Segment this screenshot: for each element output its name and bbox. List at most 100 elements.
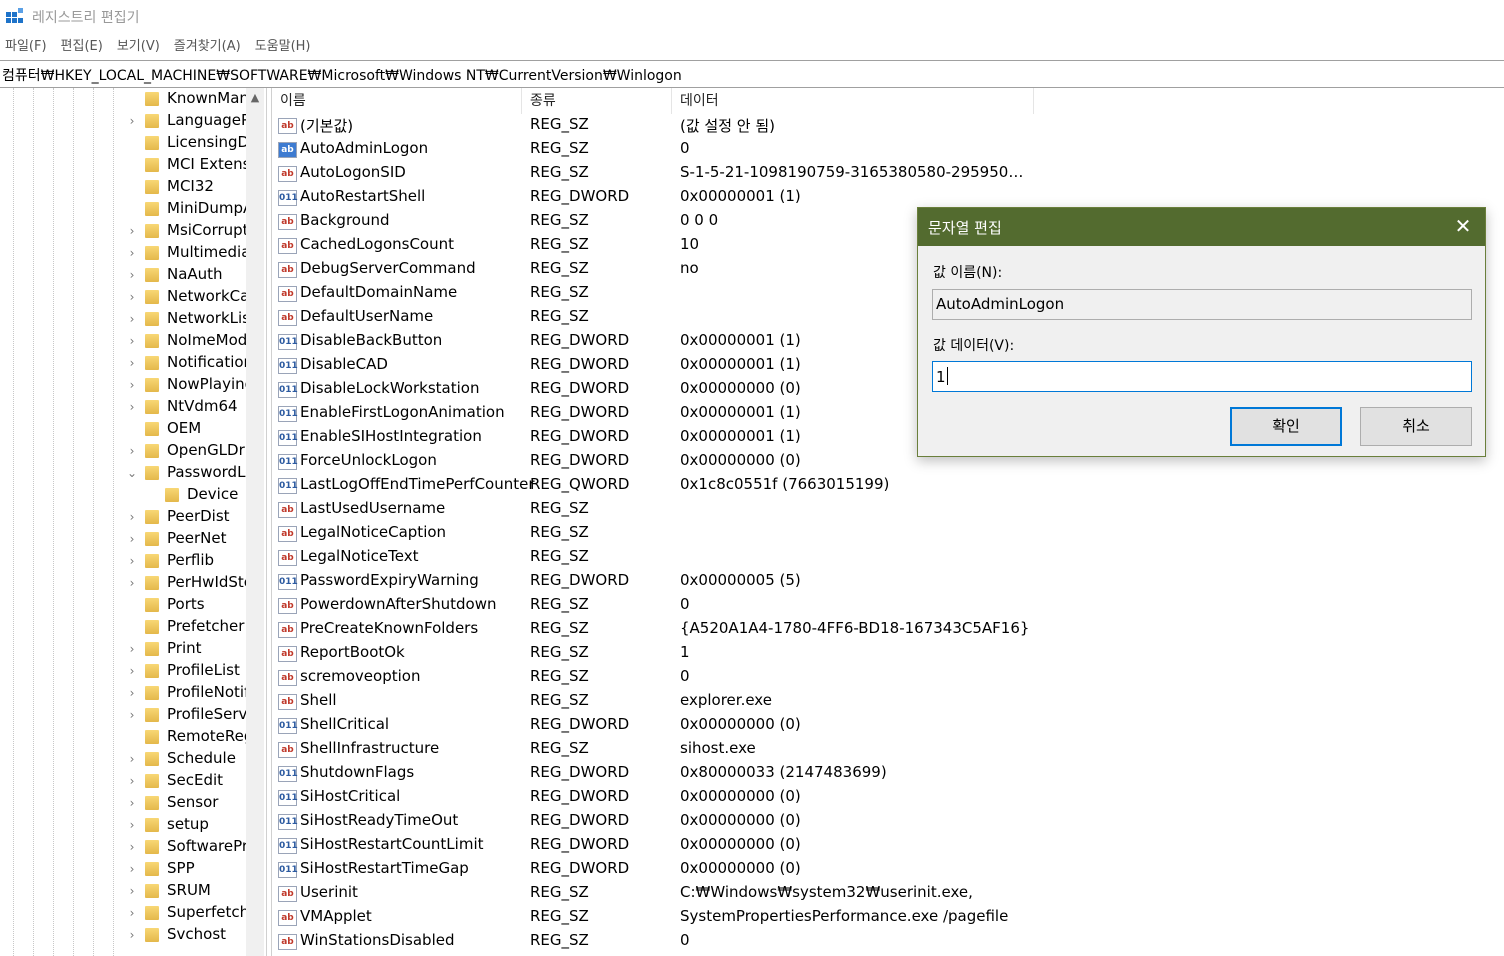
registry-value-row[interactable]: ab LastUsedUsername REG_SZ <box>272 498 1504 522</box>
tree-item[interactable]: › Superfetch <box>0 902 247 924</box>
chevron-right-icon[interactable]: › <box>124 663 140 679</box>
tree-item[interactable]: › SPP <box>0 858 246 880</box>
tree-item[interactable]: › NaAuth <box>0 264 246 286</box>
tree-item[interactable]: › NtVdm64 <box>0 396 246 418</box>
tree-item[interactable]: Device <box>0 484 246 506</box>
column-type-header[interactable]: 종류 <box>522 88 672 114</box>
registry-value-row[interactable]: ab PowerdownAfterShutdown REG_SZ 0 <box>272 594 1504 618</box>
chevron-right-icon[interactable]: › <box>124 751 140 767</box>
registry-value-row[interactable]: ab AutoLogonSID REG_SZ S-1-5-21-1098190759-… <box>272 162 1504 186</box>
scroll-up-icon[interactable]: ▲ <box>246 88 264 108</box>
tree-item[interactable]: › Perflib <box>0 550 246 572</box>
registry-value-row[interactable]: ab WinStationsDisabled REG_SZ 0 <box>272 930 1504 954</box>
menu-view[interactable]: 보기(V) <box>112 36 165 58</box>
tree-item[interactable]: › NetworkList <box>0 308 247 330</box>
column-name-header[interactable]: 이름 <box>272 88 522 114</box>
chevron-down-icon[interactable]: ⌄ <box>124 465 140 481</box>
chevron-right-icon[interactable]: › <box>124 641 140 657</box>
value-name-field[interactable]: AutoAdminLogon <box>932 289 1472 320</box>
chevron-right-icon[interactable]: › <box>124 795 140 811</box>
registry-value-row[interactable]: ab Userinit REG_SZ C:₩Windows₩system32₩user… <box>272 882 1504 906</box>
tree-item[interactable]: › ProfileNotif <box>0 682 247 704</box>
tree-item[interactable]: › Svchost <box>0 924 246 946</box>
tree-item[interactable]: › Notification <box>0 352 247 374</box>
tree-item[interactable]: OEM <box>0 418 246 440</box>
tree-item[interactable]: Prefetcher <box>0 616 246 638</box>
tree-item[interactable]: › SecEdit <box>0 770 246 792</box>
registry-value-row[interactable]: ab LegalNoticeCaption REG_SZ <box>272 522 1504 546</box>
close-icon[interactable]: ✕ <box>1451 214 1475 238</box>
chevron-right-icon[interactable]: › <box>124 443 140 459</box>
tree-item[interactable]: › setup <box>0 814 246 836</box>
registry-value-row[interactable]: 011 PasswordExpiryWarning REG_DWORD 0x00000… <box>272 570 1504 594</box>
registry-value-row[interactable]: 011 LastLogOffEndTimePerfCounter REG_QWORD… <box>272 474 1504 498</box>
chevron-right-icon[interactable]: › <box>124 289 140 305</box>
ok-button[interactable]: 확인 <box>1230 407 1342 446</box>
chevron-right-icon[interactable]: › <box>124 333 140 349</box>
tree-item[interactable]: › NoImeMod <box>0 330 247 352</box>
tree-item[interactable]: MCI32 <box>0 176 246 198</box>
key-tree[interactable]: KnownMan › LanguageP LicensingDi MCI Extens M… <box>0 88 266 956</box>
registry-value-row[interactable]: 011 SiHostCritical REG_DWORD 0x00000000 (0) <box>272 786 1504 810</box>
registry-value-row[interactable]: ab ShellInfrastructure REG_SZ sihost.exe <box>272 738 1504 762</box>
tree-item[interactable]: › SoftwarePrc <box>0 836 247 858</box>
registry-value-row[interactable]: 011 ShellCritical REG_DWORD 0x00000000 (0) <box>272 714 1504 738</box>
tree-item[interactable]: LicensingDi <box>0 132 247 154</box>
chevron-right-icon[interactable]: › <box>124 509 140 525</box>
tree-item[interactable]: › OpenGLDri <box>0 440 247 462</box>
chevron-right-icon[interactable]: › <box>124 905 140 921</box>
chevron-right-icon[interactable]: › <box>124 355 140 371</box>
chevron-right-icon[interactable]: › <box>124 311 140 327</box>
registry-value-row[interactable]: ab VMApplet REG_SZ SystemPropertiesPerforma… <box>272 906 1504 930</box>
tree-item[interactable]: KnownMan <box>0 88 247 110</box>
cancel-button[interactable]: 취소 <box>1360 407 1472 446</box>
registry-value-row[interactable]: ab (기본값) REG_SZ (값 설정 안 됨) <box>272 114 1504 138</box>
chevron-right-icon[interactable]: › <box>124 377 140 393</box>
tree-item[interactable]: › Multimedia <box>0 242 247 264</box>
tree-item[interactable]: ⌄ PasswordLe <box>0 462 247 484</box>
registry-value-row[interactable]: ab Shell REG_SZ explorer.exe <box>272 690 1504 714</box>
address-path[interactable]: 컴퓨터₩HKEY_LOCAL_MACHINE₩SOFTWARE₩Microsof… <box>2 65 682 85</box>
chevron-right-icon[interactable]: › <box>124 553 140 569</box>
tree-item[interactable]: › Sensor <box>0 792 246 814</box>
chevron-right-icon[interactable]: › <box>124 839 140 855</box>
menu-edit[interactable]: 편집(E) <box>56 36 108 58</box>
chevron-right-icon[interactable]: › <box>124 883 140 899</box>
tree-item[interactable]: › ProfileServi <box>0 704 247 726</box>
tree-item[interactable]: Ports <box>0 594 246 616</box>
column-data-header[interactable]: 데이터 <box>672 88 1034 114</box>
registry-value-row[interactable]: 011 SiHostRestartTimeGap REG_DWORD 0x000000… <box>272 858 1504 882</box>
chevron-right-icon[interactable]: › <box>124 267 140 283</box>
menu-help[interactable]: 도움말(H) <box>250 36 316 58</box>
tree-item[interactable]: › LanguageP <box>0 110 247 132</box>
tree-item[interactable]: MCI Extens <box>0 154 247 176</box>
tree-item[interactable]: RemoteReg <box>0 726 247 748</box>
tree-item[interactable]: › SRUM <box>0 880 246 902</box>
menu-file[interactable]: 파일(F) <box>0 36 52 58</box>
chevron-right-icon[interactable]: › <box>124 773 140 789</box>
chevron-right-icon[interactable]: › <box>124 531 140 547</box>
tree-item[interactable]: › PeerNet <box>0 528 246 550</box>
registry-value-row[interactable]: 011 ShutdownFlags REG_DWORD 0x80000033 (214… <box>272 762 1504 786</box>
value-data-field[interactable]: 1 <box>932 361 1472 392</box>
chevron-right-icon[interactable]: › <box>124 707 140 723</box>
registry-value-row[interactable]: ab PreCreateKnownFolders REG_SZ {A520A1A4-1… <box>272 618 1504 642</box>
registry-value-row[interactable]: 011 SiHostReadyTimeOut REG_DWORD 0x00000000… <box>272 810 1504 834</box>
chevron-right-icon[interactable]: › <box>124 223 140 239</box>
chevron-right-icon[interactable]: › <box>124 113 140 129</box>
tree-item[interactable]: › MsiCorrupt <box>0 220 247 242</box>
tree-item[interactable]: › NowPlaying <box>0 374 247 396</box>
chevron-right-icon[interactable]: › <box>124 817 140 833</box>
chevron-right-icon[interactable]: › <box>124 861 140 877</box>
tree-item[interactable]: › NetworkCa <box>0 286 247 308</box>
chevron-right-icon[interactable]: › <box>124 399 140 415</box>
registry-value-row[interactable]: 011 SiHostRestartCountLimit REG_DWORD 0x000… <box>272 834 1504 858</box>
chevron-right-icon[interactable]: › <box>124 575 140 591</box>
tree-item[interactable]: › Print <box>0 638 246 660</box>
tree-item[interactable]: › Schedule <box>0 748 246 770</box>
chevron-right-icon[interactable]: › <box>124 245 140 261</box>
tree-scrollbar[interactable]: ▲ <box>246 88 264 956</box>
tree-item[interactable]: › PerHwIdStc <box>0 572 247 594</box>
registry-value-row[interactable]: ab scremoveoption REG_SZ 0 <box>272 666 1504 690</box>
tree-item[interactable]: MiniDumpA <box>0 198 247 220</box>
